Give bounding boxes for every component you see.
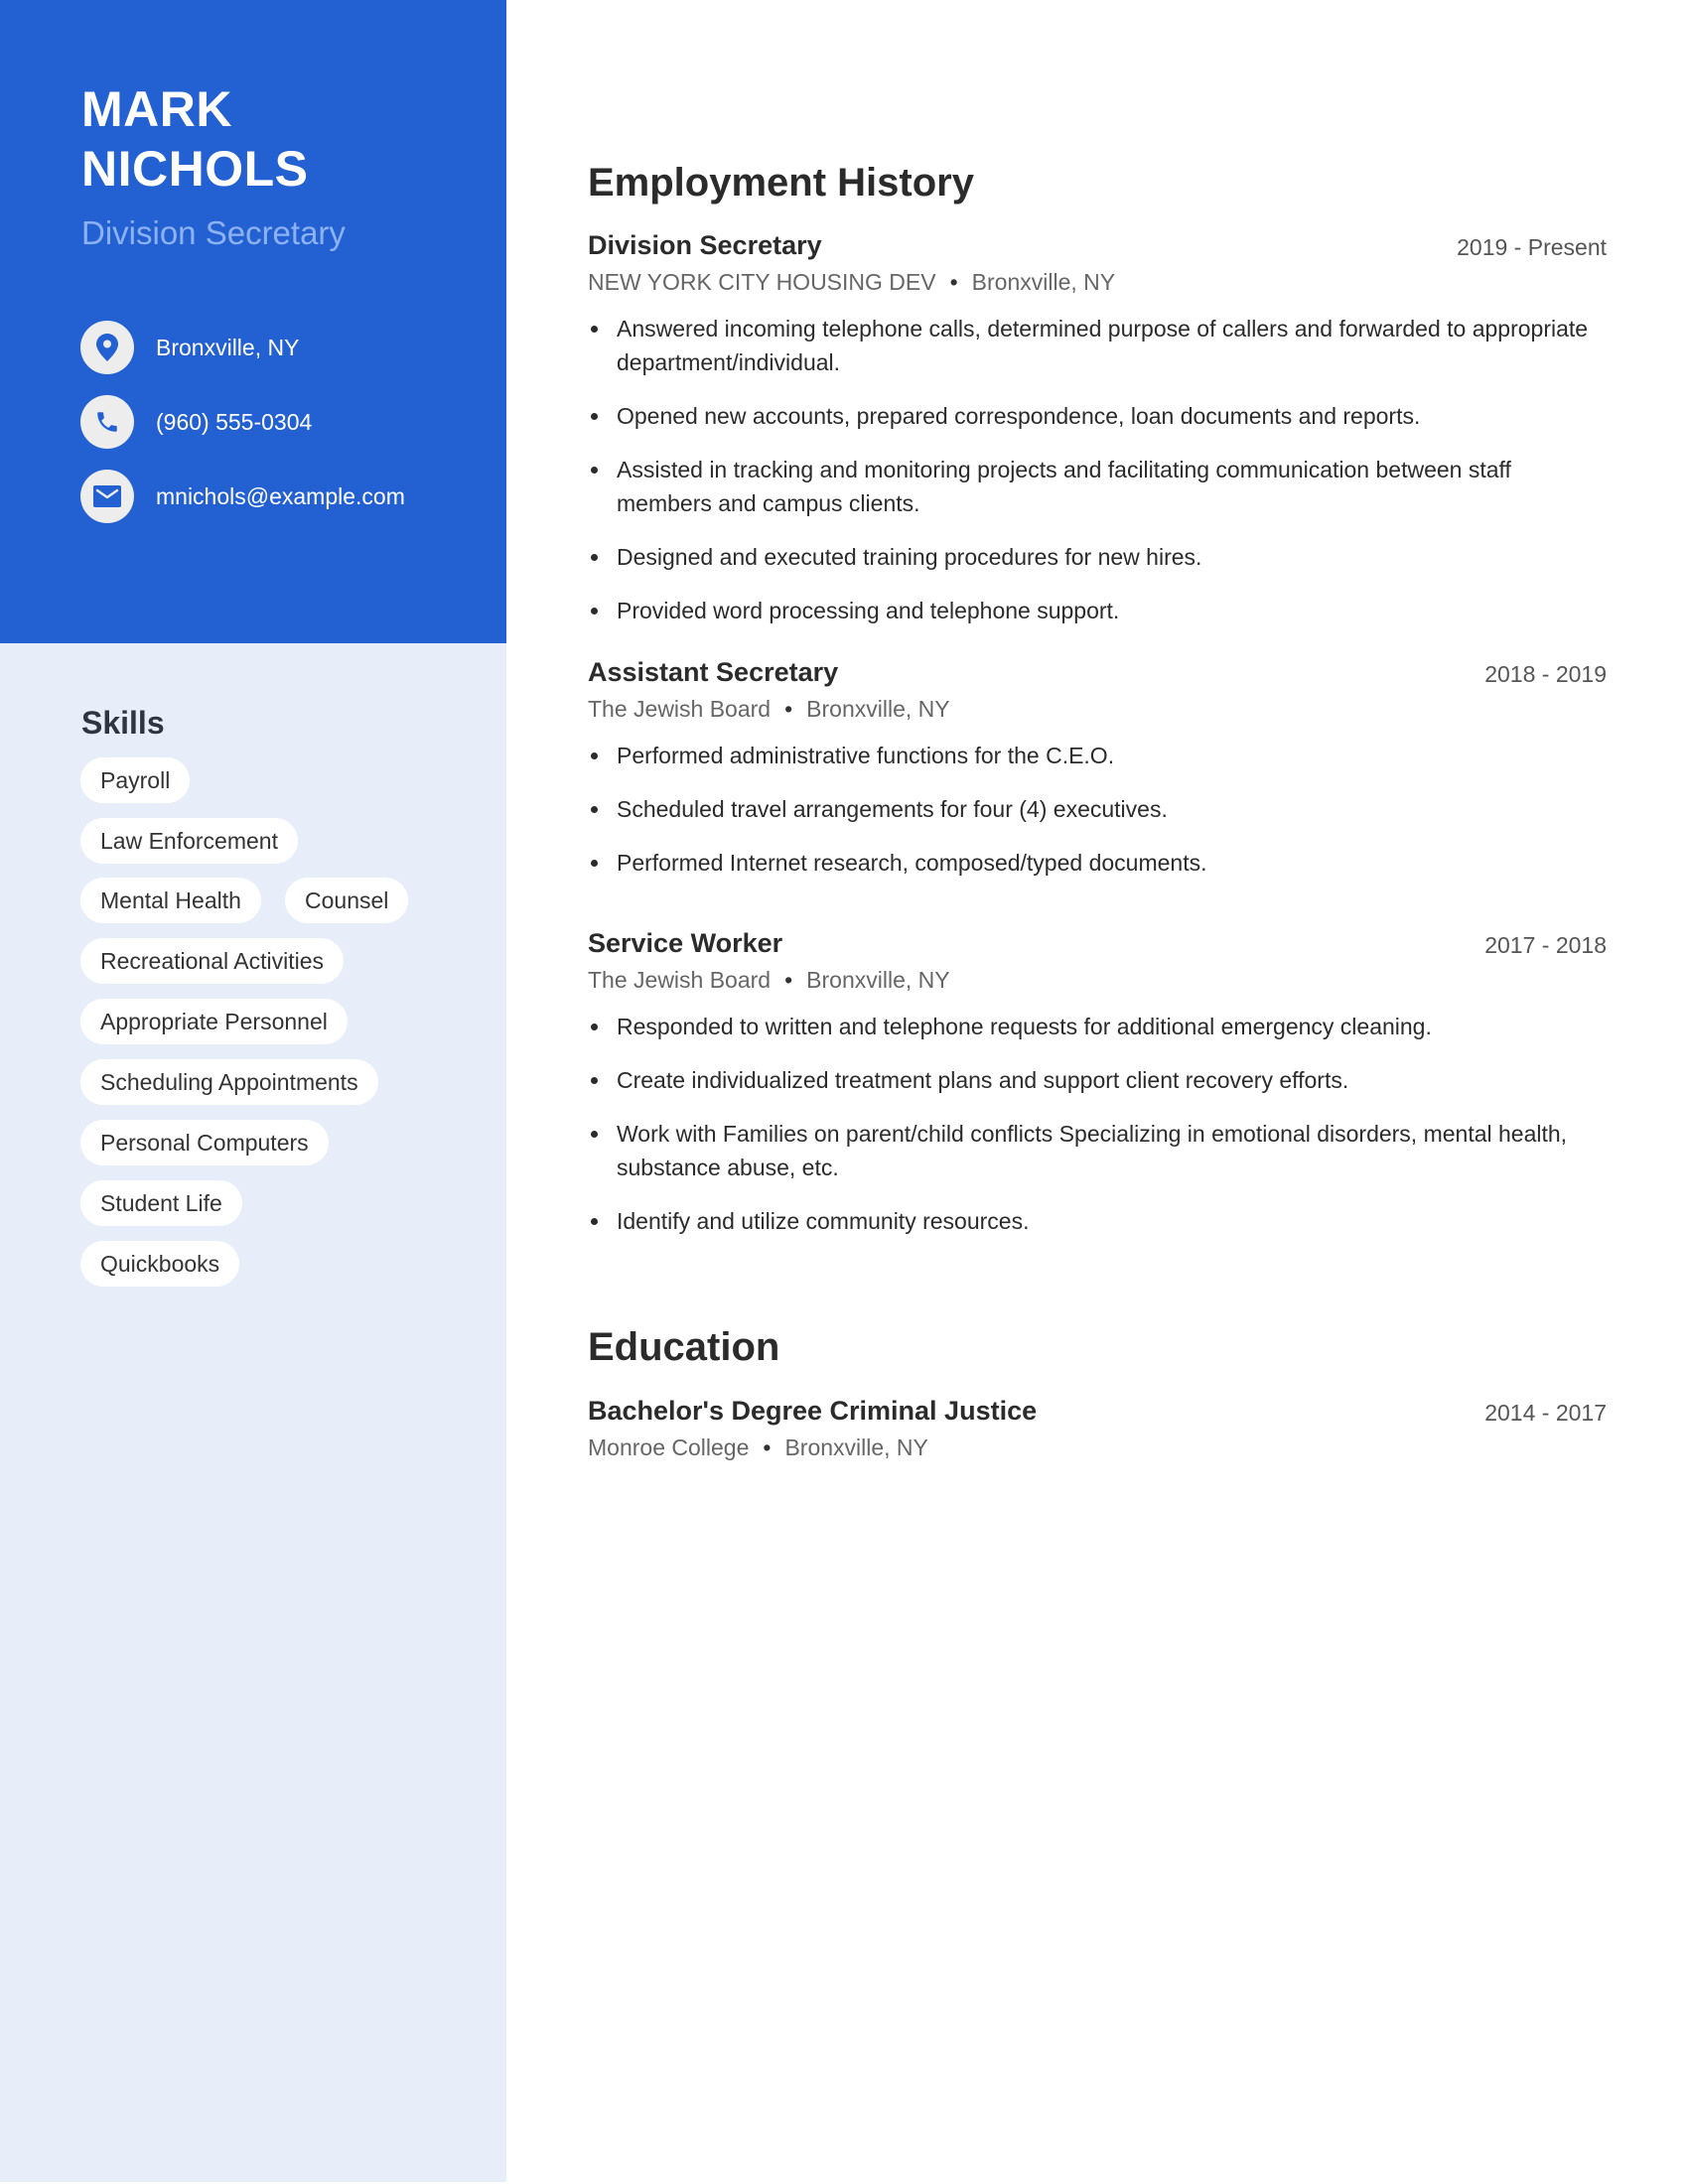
sidebar: MARK NICHOLS Division Secretary Bronxvil… — [0, 0, 506, 2182]
bullet-item: Opened new accounts, prepared correspond… — [588, 399, 1607, 433]
job-title: Service Worker — [588, 928, 783, 958]
job-bullets: Answered incoming telephone calls, deter… — [588, 312, 1607, 627]
job-meta: The Jewish Board • Bronxville, NY — [588, 964, 1607, 996]
job-bullets: Responded to written and telephone reque… — [588, 1010, 1607, 1238]
bullet-item: Designed and executed training procedure… — [588, 540, 1607, 574]
company-name: NEW YORK CITY HOUSING DEV — [588, 269, 936, 295]
candidate-name: MARK NICHOLS — [81, 79, 309, 199]
separator-dot: • — [949, 269, 958, 295]
job-meta: The Jewish Board • Bronxville, NY — [588, 693, 1607, 725]
education-dates: 2014 - 2017 — [1484, 1400, 1607, 1426]
skill-tag: Personal Computers — [80, 1120, 329, 1165]
skill-tag: Law Enforcement — [80, 818, 298, 864]
job-meta: NEW YORK CITY HOUSING DEV • Bronxville, NY — [588, 266, 1607, 298]
job-dates: 2019 - Present — [1457, 234, 1607, 260]
skill-tag: Recreational Activities — [80, 938, 344, 984]
bullet-item: Scheduled travel arrangements for four (… — [588, 792, 1607, 826]
phone-text[interactable]: (960) 555-0304 — [156, 409, 312, 436]
school-name: Monroe College — [588, 1434, 750, 1460]
contact-email: mnichols@example.com — [80, 470, 405, 523]
phone-icon — [80, 395, 134, 449]
skill-tag: Mental Health — [80, 878, 261, 923]
bullet-item: Performed administrative functions for t… — [588, 739, 1607, 772]
job-title: Division Secretary — [588, 230, 822, 260]
bullet-item: Work with Families on parent/child confl… — [588, 1117, 1607, 1184]
bullet-item: Create individualized treatment plans an… — [588, 1063, 1607, 1097]
job-entry: Assistant Secretary 2018 - 2019 The Jewi… — [588, 655, 1607, 899]
job-entry: Service Worker 2017 - 2018 The Jewish Bo… — [588, 926, 1607, 1258]
bullet-item: Identify and utilize community resources… — [588, 1204, 1607, 1238]
email-link[interactable]: mnichols@example.com — [156, 483, 405, 510]
skill-tag: Scheduling Appointments — [80, 1059, 378, 1105]
job-location: Bronxville, NY — [806, 696, 950, 722]
separator-dot: • — [763, 1434, 772, 1460]
contact-phone: (960) 555-0304 — [80, 395, 312, 449]
bullet-item: Responded to written and telephone reque… — [588, 1010, 1607, 1043]
job-entry: Division Secretary 2019 - Present NEW YO… — [588, 228, 1607, 647]
school-location: Bronxville, NY — [784, 1434, 928, 1460]
company-name: The Jewish Board — [588, 967, 772, 993]
envelope-icon — [80, 470, 134, 523]
skill-tag: Appropriate Personnel — [80, 999, 348, 1044]
separator-dot: • — [784, 967, 793, 993]
company-name: The Jewish Board — [588, 696, 772, 722]
location-text: Bronxville, NY — [156, 334, 300, 360]
education-meta: Monroe College • Bronxville, NY — [588, 1432, 1607, 1463]
last-name: NICHOLS — [81, 141, 309, 197]
job-location: Bronxville, NY — [806, 967, 950, 993]
job-title-subtitle: Division Secretary — [81, 214, 346, 251]
job-dates: 2018 - 2019 — [1484, 661, 1607, 687]
skill-tag: Quickbooks — [80, 1241, 240, 1287]
skill-tag: Counsel — [285, 878, 409, 923]
skill-tag: Student Life — [80, 1180, 242, 1226]
job-location: Bronxville, NY — [971, 269, 1116, 295]
location-pin-icon — [80, 321, 134, 374]
job-bullets: Performed administrative functions for t… — [588, 739, 1607, 880]
separator-dot: • — [784, 696, 793, 722]
bullet-item: Performed Internet research, composed/ty… — [588, 846, 1607, 880]
education-heading: Education — [588, 1325, 780, 1369]
bullet-item: Answered incoming telephone calls, deter… — [588, 312, 1607, 379]
employment-history-heading: Employment History — [588, 161, 974, 205]
bullet-item: Provided word processing and telephone s… — [588, 594, 1607, 627]
skill-tag: Payroll — [80, 757, 191, 803]
contact-location: Bronxville, NY — [80, 321, 299, 374]
skills-heading: Skills — [81, 705, 165, 741]
education-entry: Bachelor's Degree Criminal Justice 2014 … — [588, 1394, 1607, 1463]
sidebar-header: MARK NICHOLS Division Secretary Bronxvil… — [0, 0, 506, 643]
job-title: Assistant Secretary — [588, 657, 839, 687]
degree-title: Bachelor's Degree Criminal Justice — [588, 1396, 1038, 1426]
job-dates: 2017 - 2018 — [1484, 932, 1607, 958]
bullet-item: Assisted in tracking and monitoring proj… — [588, 453, 1607, 520]
first-name: MARK — [81, 81, 232, 137]
